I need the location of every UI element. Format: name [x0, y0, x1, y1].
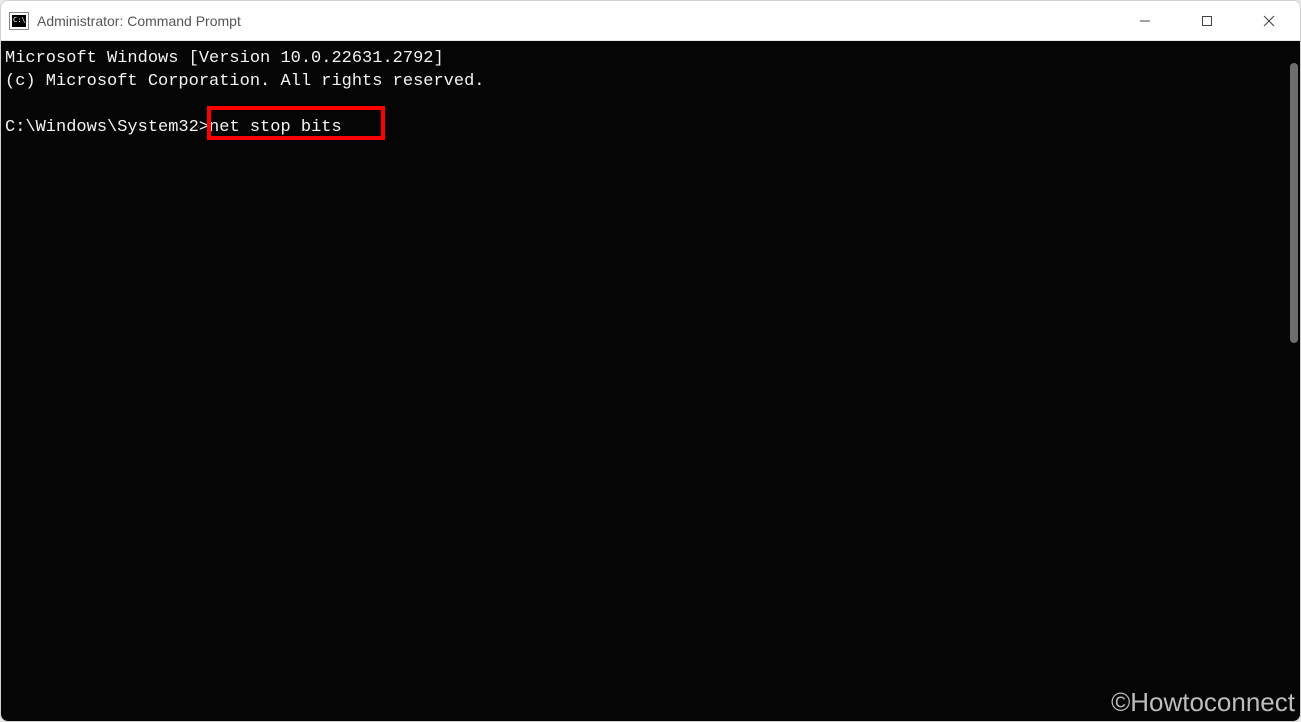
- command-prompt-window: Administrator: Command Prompt Microsoft …: [0, 0, 1301, 722]
- close-button[interactable]: [1238, 1, 1300, 40]
- titlebar[interactable]: Administrator: Command Prompt: [1, 1, 1300, 41]
- maximize-icon: [1201, 15, 1213, 27]
- minimize-button[interactable]: [1114, 1, 1176, 40]
- prompt-path: C:\Windows\System32>: [5, 118, 209, 137]
- console-output: Microsoft Windows [Version 10.0.22631.27…: [1, 41, 1300, 145]
- close-icon: [1263, 15, 1275, 27]
- minimize-icon: [1139, 15, 1151, 27]
- titlebar-left: Administrator: Command Prompt: [1, 12, 1114, 30]
- typed-command: net stop bits: [209, 118, 342, 137]
- copyright-line: (c) Microsoft Corporation. All rights re…: [5, 72, 484, 91]
- console-area[interactable]: Microsoft Windows [Version 10.0.22631.27…: [1, 41, 1300, 721]
- vertical-scrollbar[interactable]: [1284, 43, 1298, 719]
- window-title: Administrator: Command Prompt: [37, 13, 241, 29]
- maximize-button[interactable]: [1176, 1, 1238, 40]
- scrollbar-thumb[interactable]: [1290, 63, 1298, 343]
- cmd-icon: [9, 12, 29, 30]
- window-controls: [1114, 1, 1300, 40]
- version-line: Microsoft Windows [Version 10.0.22631.27…: [5, 49, 444, 68]
